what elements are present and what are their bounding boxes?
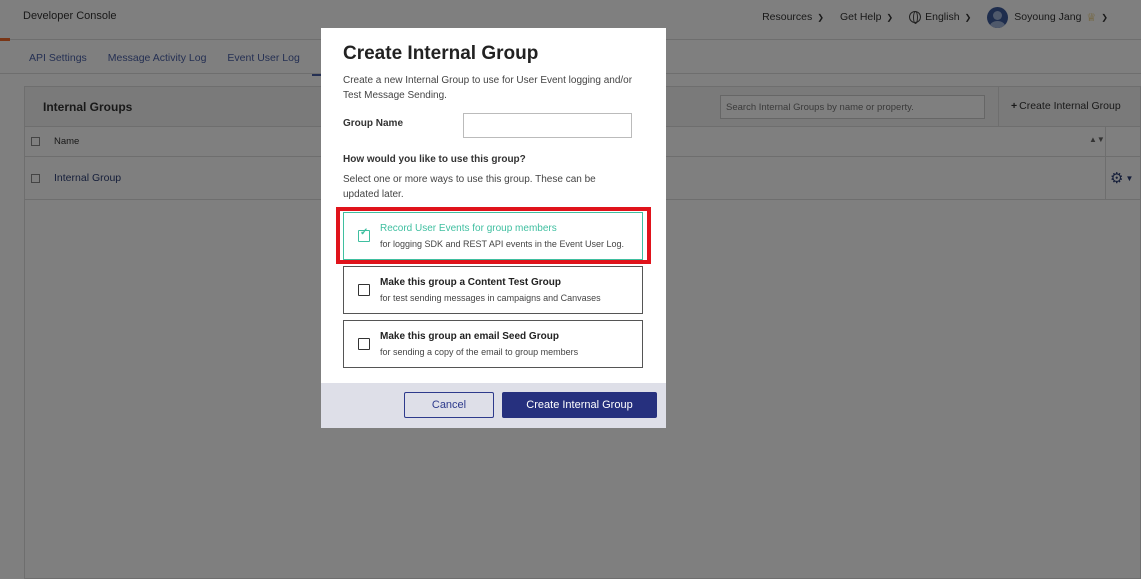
option-title: Make this group an email Seed Group	[380, 331, 559, 342]
group-name-label: Group Name	[343, 118, 404, 129]
cancel-button[interactable]: Cancel	[404, 392, 494, 418]
option-content-test-group[interactable]: Make this group a Content Test Group for…	[343, 266, 643, 314]
dialog-description: Create a new Internal Group to use for U…	[343, 75, 633, 101]
usage-helper-text: Select one or more ways to use this grou…	[343, 174, 596, 200]
option-subtitle: for sending a copy of the email to group…	[380, 347, 579, 357]
dialog-footer: Cancel Create Internal Group	[321, 383, 666, 428]
option-title: Make this group a Content Test Group	[380, 277, 561, 288]
usage-question: How would you like to use this group?	[343, 154, 526, 165]
dialog-title: Create Internal Group	[343, 43, 539, 64]
create-internal-group-submit-button[interactable]: Create Internal Group	[502, 392, 657, 418]
group-name-input[interactable]	[463, 113, 632, 138]
checkbox[interactable]	[358, 338, 370, 350]
highlight-annotation-box	[336, 207, 651, 264]
option-subtitle: for test sending messages in campaigns a…	[380, 293, 601, 303]
option-email-seed-group[interactable]: Make this group an email Seed Group for …	[343, 320, 643, 368]
checkbox[interactable]	[358, 284, 370, 296]
